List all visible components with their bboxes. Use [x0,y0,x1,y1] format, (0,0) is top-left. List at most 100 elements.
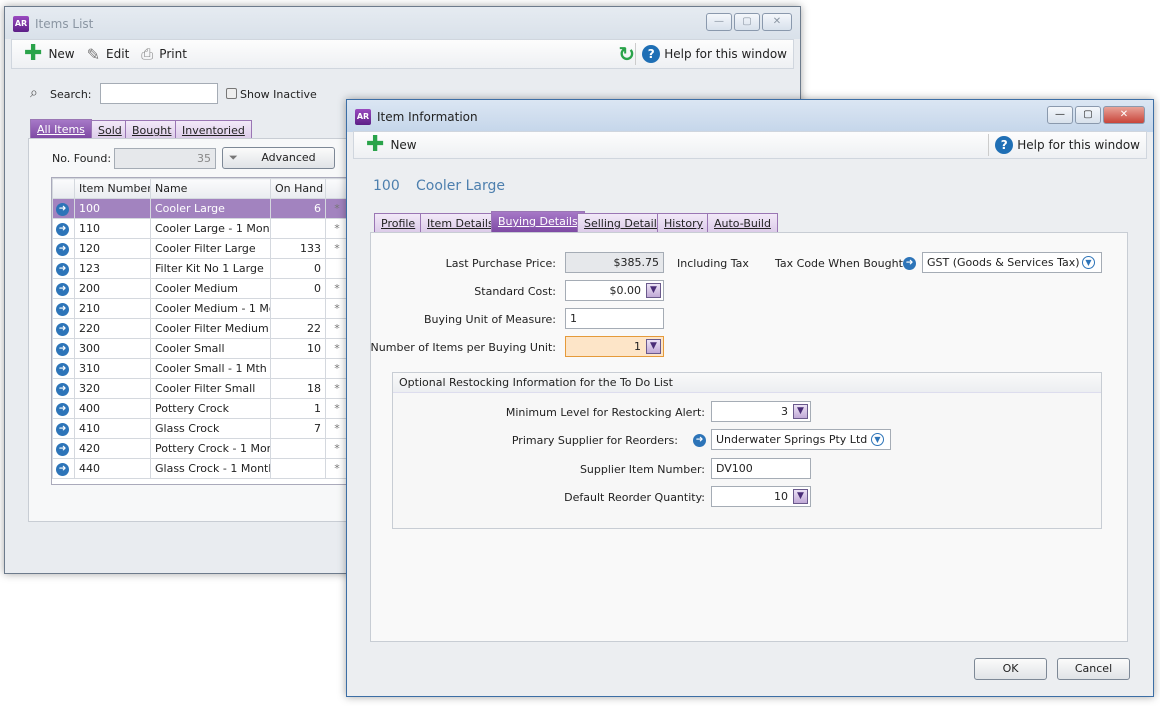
row-arrow[interactable]: ➜ [52,438,75,459]
tab-buying-details[interactable]: Buying Details [491,211,585,232]
items-table: Item Number Name On Hand ➜ 100 Cooler La… [51,177,351,485]
row-arrow[interactable]: ➜ [52,378,75,399]
help-label: Help for this window [1017,138,1140,152]
table-row[interactable]: ➜ 110 Cooler Large - 1 Month * [52,218,349,239]
help-button[interactable]: ? Help for this window [635,43,787,65]
refresh-icon[interactable]: ↻ [618,42,635,66]
arrow-icon[interactable]: ➜ [56,443,69,456]
close-button[interactable]: ✕ [762,13,792,31]
edit-button[interactable]: ✎ Edit [87,45,130,64]
table-row[interactable]: ➜ 220 Cooler Filter Medium 22 * [52,318,349,339]
items-per-unit-field[interactable]: 1 ▼ [565,336,664,357]
last-purchase-price-field: $385.75 [565,252,664,273]
calculator-dropdown-icon[interactable]: ▼ [793,489,808,504]
arrow-icon[interactable]: ➜ [56,323,69,336]
calculator-dropdown-icon[interactable]: ▼ [646,283,661,298]
column-header-on-hand[interactable]: On Hand [270,178,326,199]
row-arrow[interactable]: ➜ [52,458,75,479]
tab-item-details[interactable]: Item Details [420,213,501,232]
tab-all-items[interactable]: All Items [30,119,92,138]
tax-code-select[interactable]: GST (Goods & Services Tax) ▼ [922,252,1102,273]
printer-icon: ⎙ [141,45,154,63]
tab-inventoried[interactable]: Inventoried [175,120,252,139]
table-row[interactable]: ➜ 440 Glass Crock - 1 Month R * [52,458,349,479]
on-hand-cell: 1 [270,398,326,419]
reorder-qty-field[interactable]: 10 ▼ [711,486,811,507]
minimize-button[interactable]: — [706,13,732,31]
column-header-item-number[interactable]: Item Number [74,178,151,199]
ok-button[interactable]: OK [974,658,1047,680]
row-arrow[interactable]: ➜ [52,298,75,319]
row-arrow[interactable]: ➜ [52,358,75,379]
buying-uom-field[interactable]: 1 [565,308,664,329]
arrow-icon[interactable]: ➜ [56,283,69,296]
tax-code-arrow-icon[interactable]: ➜ [903,257,916,270]
new-button[interactable]: ✚ New [24,43,75,65]
arrow-icon[interactable]: ➜ [56,363,69,376]
table-row[interactable]: ➜ 210 Cooler Medium - 1 Mont * [52,298,349,319]
arrow-icon[interactable]: ➜ [56,383,69,396]
table-row[interactable]: ➜ 420 Pottery Crock - 1 Montl * [52,438,349,459]
close-button[interactable]: ✕ [1103,106,1145,124]
table-row[interactable]: ➜ 100 Cooler Large 6 * [52,198,349,219]
arrow-icon[interactable]: ➜ [56,243,69,256]
dropdown-icon[interactable]: ▼ [1082,256,1095,269]
arrow-icon[interactable]: ➜ [56,203,69,216]
arrow-icon[interactable]: ➜ [56,223,69,236]
row-arrow[interactable]: ➜ [52,258,75,279]
arrow-icon[interactable]: ➜ [56,303,69,316]
row-arrow[interactable]: ➜ [52,198,75,219]
tab-history[interactable]: History [657,213,711,232]
arrow-icon[interactable]: ➜ [56,423,69,436]
supplier-arrow-icon[interactable]: ➜ [693,434,706,447]
column-header-name[interactable]: Name [150,178,271,199]
calculator-dropdown-icon[interactable]: ▼ [646,339,661,354]
calculator-dropdown-icon[interactable]: ▼ [793,404,808,419]
table-row[interactable]: ➜ 410 Glass Crock 7 * [52,418,349,439]
print-button[interactable]: ⎙ Print [141,45,187,63]
window-title: Items List [35,17,94,31]
row-arrow[interactable]: ➜ [52,218,75,239]
supplier-select[interactable]: Underwater Springs Pty Ltd ▼ [711,429,891,450]
maximize-button[interactable]: ▢ [1075,106,1101,124]
arrow-icon[interactable]: ➜ [56,263,69,276]
cancel-button[interactable]: Cancel [1057,658,1130,680]
arrow-icon[interactable]: ➜ [56,463,69,476]
table-row[interactable]: ➜ 200 Cooler Medium 0 * [52,278,349,299]
table-row[interactable]: ➜ 123 Filter Kit No 1 Large 0 [52,258,349,279]
min-level-field[interactable]: 3 ▼ [711,401,811,422]
arrow-icon[interactable]: ➜ [56,343,69,356]
new-button[interactable]: ✚ New [366,134,417,156]
item-name-cell: Cooler Filter Medium [150,318,271,339]
tab-auto-build[interactable]: Auto-Build [707,213,778,232]
supplier-item-field[interactable]: DV100 [711,458,811,479]
table-row[interactable]: ➜ 300 Cooler Small 10 * [52,338,349,359]
tab-selling-details[interactable]: Selling Details [577,213,670,232]
tab-sold[interactable]: Sold [91,120,129,139]
row-arrow[interactable]: ➜ [52,238,75,259]
search-input[interactable] [100,83,218,104]
advanced-button[interactable]: ⏷ Advanced [222,147,335,169]
table-row[interactable]: ➜ 120 Cooler Filter Large 133 * [52,238,349,259]
item-name-cell: Pottery Crock [150,398,271,419]
table-row[interactable]: ➜ 320 Cooler Filter Small 18 * [52,378,349,399]
new-label: New [390,138,417,152]
row-arrow[interactable]: ➜ [52,338,75,359]
table-row[interactable]: ➜ 310 Cooler Small - 1 Mth Rer * [52,358,349,379]
table-row[interactable]: ➜ 400 Pottery Crock 1 * [52,398,349,419]
help-button[interactable]: ? Help for this window [988,134,1140,156]
row-arrow[interactable]: ➜ [52,278,75,299]
item-name-cell: Cooler Large [150,198,271,219]
tab-bought[interactable]: Bought [125,120,179,139]
row-arrow[interactable]: ➜ [52,318,75,339]
new-label: New [48,47,75,61]
dropdown-icon[interactable]: ▼ [871,433,884,446]
minimize-button[interactable]: — [1047,106,1073,124]
arrow-icon[interactable]: ➜ [56,403,69,416]
maximize-button[interactable]: ▢ [734,13,760,31]
row-arrow[interactable]: ➜ [52,398,75,419]
standard-cost-field[interactable]: $0.00 ▼ [565,280,664,301]
tab-profile[interactable]: Profile [374,213,423,232]
show-inactive-checkbox[interactable] [226,88,237,99]
row-arrow[interactable]: ➜ [52,418,75,439]
